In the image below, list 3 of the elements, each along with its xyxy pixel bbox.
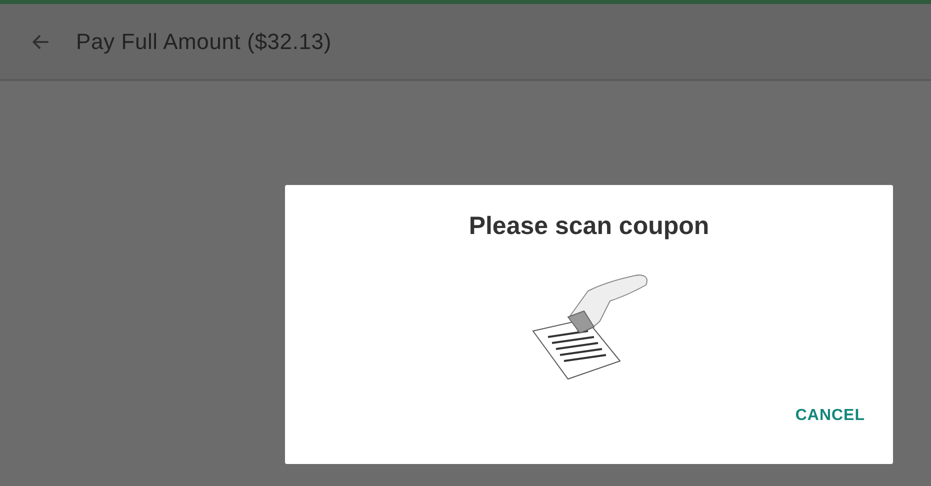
page-title: Pay Full Amount ($32.13) <box>76 28 332 54</box>
cancel-button[interactable]: CANCEL <box>787 401 873 431</box>
dialog-title: Please scan coupon <box>468 212 710 241</box>
